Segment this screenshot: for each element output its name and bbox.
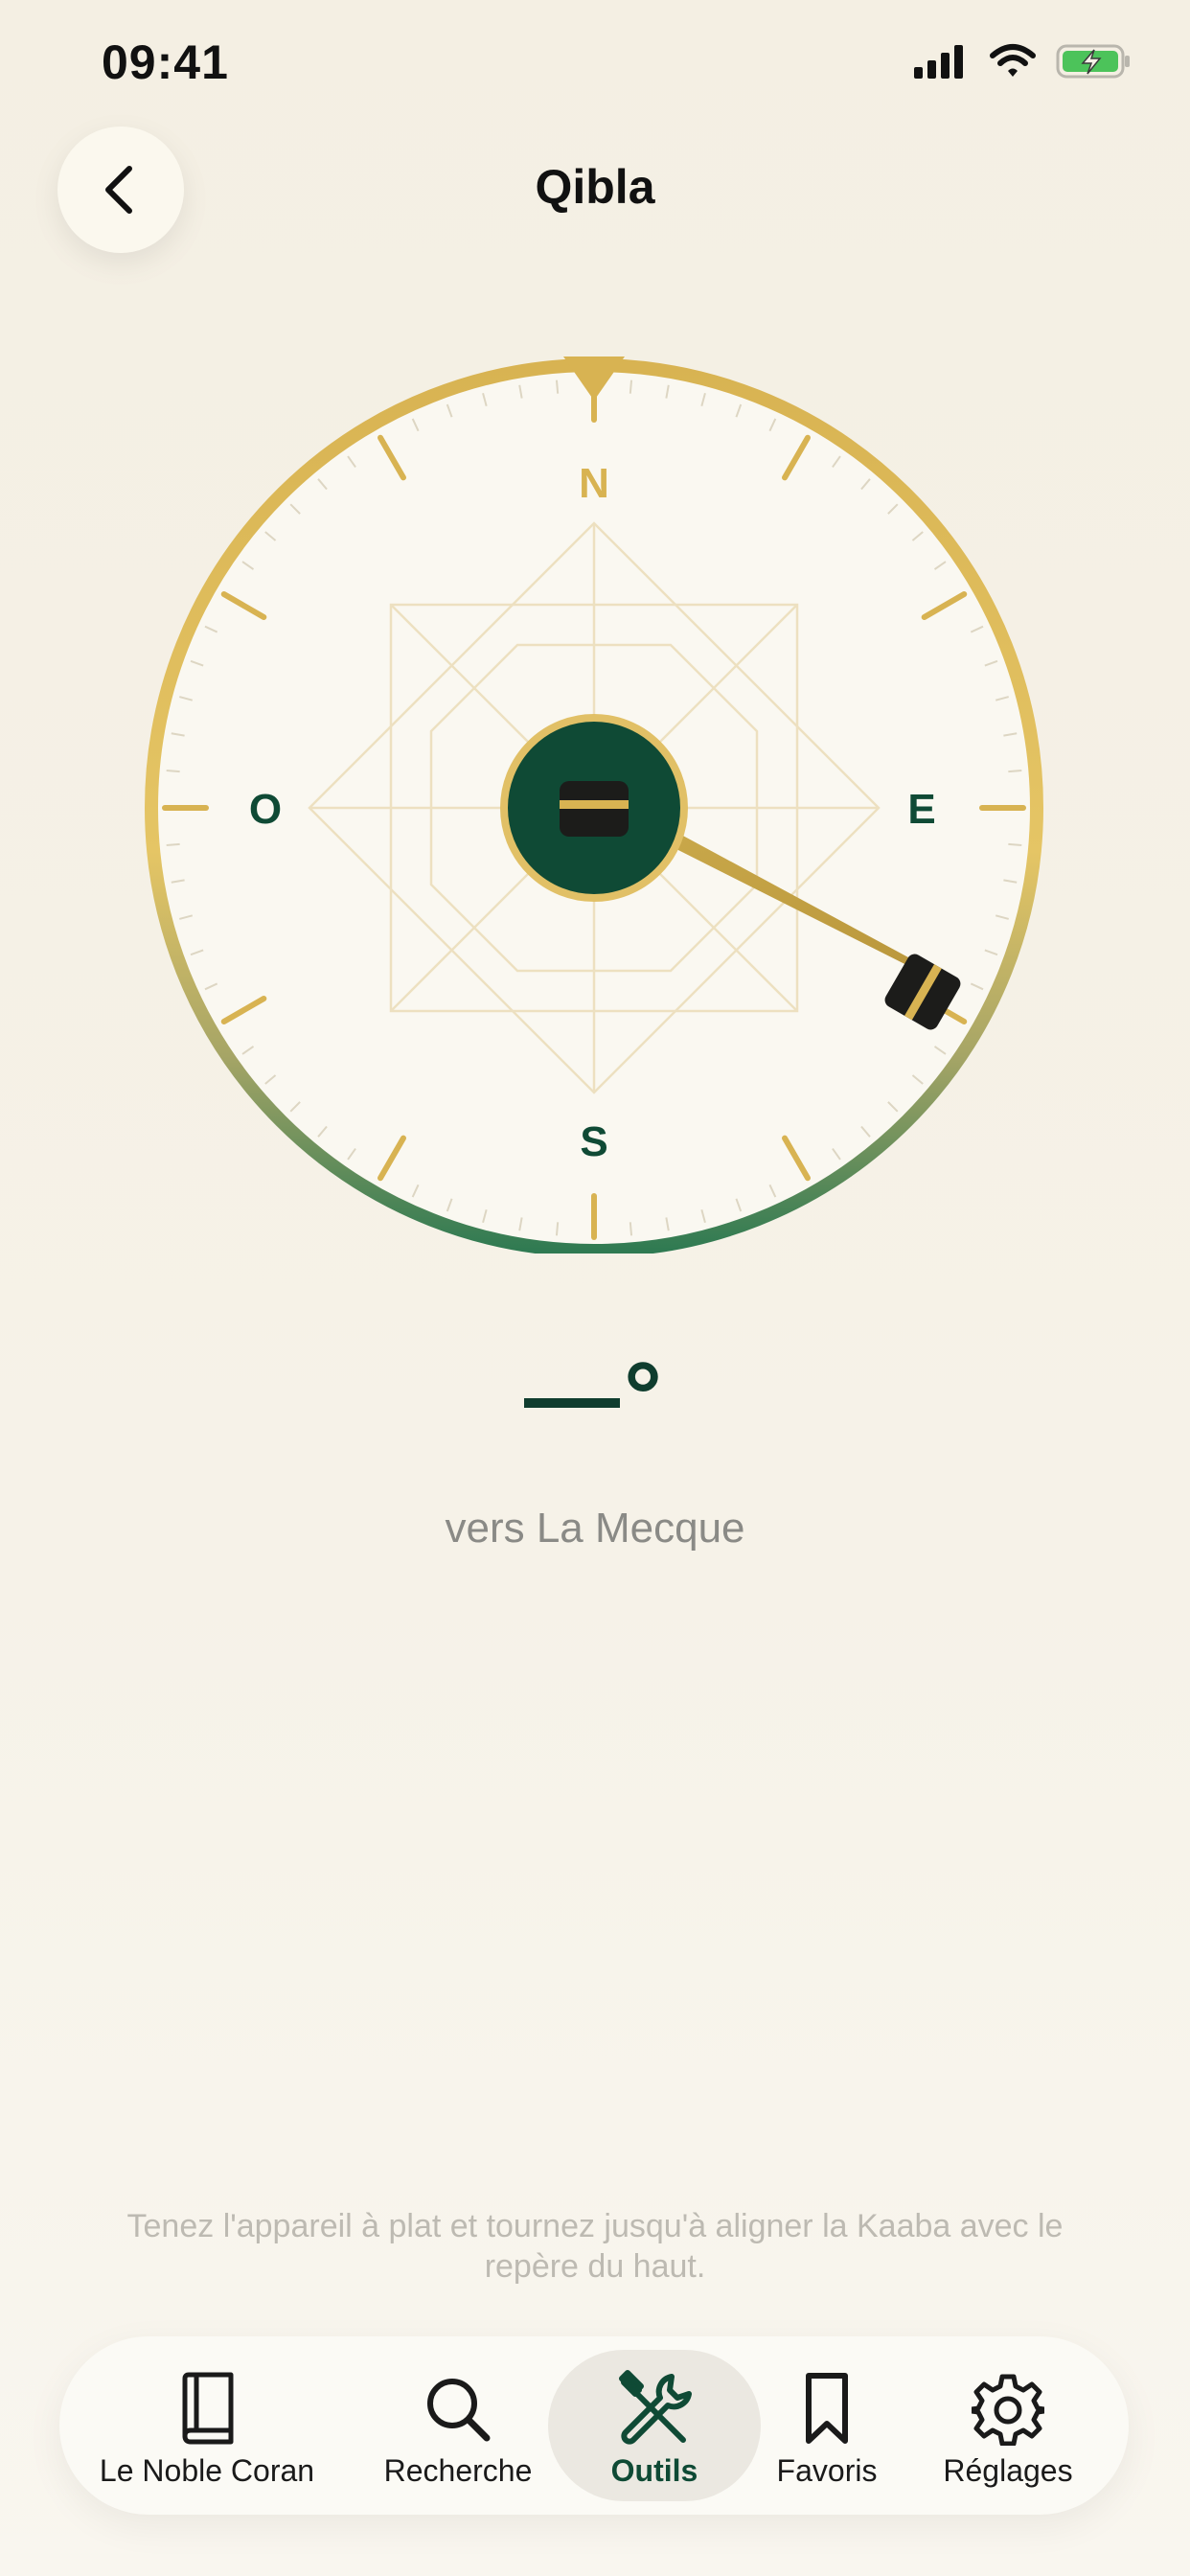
status-icons [912,42,1133,80]
header: Qibla [0,125,1190,259]
tab-label: Favoris [776,2453,878,2488]
minor-tick [555,380,560,394]
book-icon [182,2372,234,2445]
east-label: E [907,786,935,833]
north-label: N [579,460,609,507]
battery-charging-icon [1056,44,1130,79]
tools-icon [619,2370,692,2445]
tab-le-noble-coran[interactable]: Le Noble Coran [92,2350,322,2501]
west-label: O [249,786,282,833]
minor-tick [629,1222,633,1236]
south-label: S [580,1118,607,1165]
wifi-icon [990,44,1036,77]
tab-favoris[interactable]: Favoris [765,2350,889,2501]
kaaba-icon [560,781,629,837]
tab-label: Recherche [383,2453,533,2488]
search-icon [427,2379,491,2442]
bookmark-icon [806,2373,848,2444]
minor-tick [555,1222,560,1236]
status-bar: 09:41 [0,0,1190,125]
page-title: Qibla [535,160,655,214]
minor-tick [166,842,180,847]
tab-bar: Le Noble Coran Recherche Outils Favoris … [59,2336,1129,2515]
tab-outils[interactable]: Outils [548,2350,761,2501]
tab-label: Réglages [943,2453,1073,2488]
minor-tick [1008,769,1022,773]
minor-tick [629,380,633,394]
gear-icon [972,2374,1044,2446]
tab-reglages[interactable]: Réglages [926,2350,1090,2501]
signal-icon [914,45,963,79]
destination-label: vers La Mecque [445,1505,745,1552]
status-time: 09:41 [102,35,229,89]
tab-label: Outils [610,2453,698,2488]
tab-label: Le Noble Coran [99,2453,315,2488]
calibration-hint: Tenez l'appareil à plat et tournez jusqu… [126,2208,1064,2285]
tab-recherche[interactable]: Recherche [374,2350,542,2501]
qibla-compass: N E S O [144,353,1044,1257]
minor-tick [166,769,180,773]
minor-tick [1008,842,1022,847]
heading-degrees: —° [524,1343,666,1450]
